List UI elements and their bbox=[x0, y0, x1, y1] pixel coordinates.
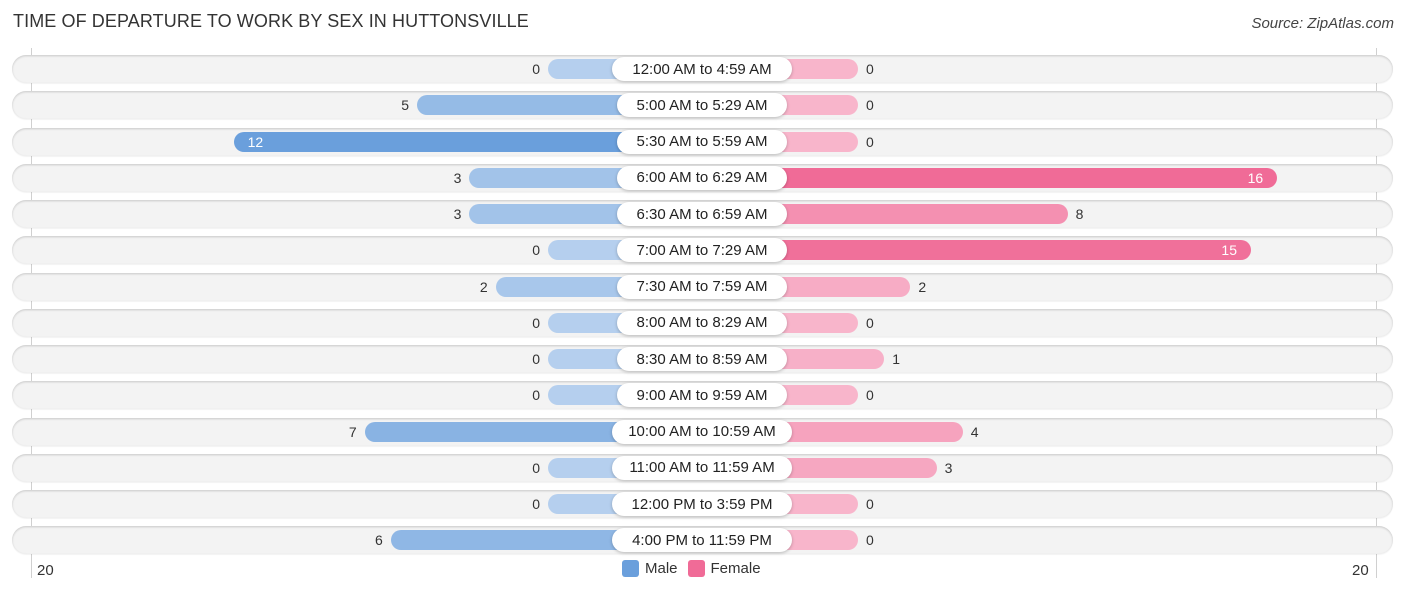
value-label-female: 0 bbox=[866, 314, 874, 331]
legend-swatch-male bbox=[622, 560, 639, 577]
value-label-female: 15 bbox=[1221, 242, 1237, 259]
legend: Male Female bbox=[622, 560, 771, 577]
value-label-female: 0 bbox=[866, 532, 874, 549]
category-label: 5:30 AM to 5:59 AM bbox=[617, 129, 787, 154]
value-label-female: 2 bbox=[918, 278, 927, 295]
value-label-male: 12 bbox=[247, 133, 264, 150]
value-label-male: 5 bbox=[401, 97, 409, 114]
value-label-female: 0 bbox=[866, 133, 874, 150]
value-label-male: 0 bbox=[532, 242, 540, 259]
chart-source: Source: ZipAtlas.com bbox=[1251, 15, 1394, 32]
left-axis-label: 20 bbox=[37, 562, 54, 579]
value-label-female: 1 bbox=[892, 351, 900, 367]
bar-female[interactable] bbox=[703, 167, 1278, 188]
category-label: 4:00 PM to 11:59 PM bbox=[612, 528, 792, 553]
value-label-female: 3 bbox=[944, 459, 953, 476]
value-label-male: 3 bbox=[453, 206, 462, 222]
category-label: 8:30 AM to 8:59 AM bbox=[617, 347, 787, 371]
category-label: 5:00 AM to 5:29 AM bbox=[617, 93, 787, 118]
legend-label-female: Female bbox=[710, 560, 761, 577]
category-label: 6:00 AM to 6:29 AM bbox=[617, 165, 787, 190]
value-label-female: 0 bbox=[866, 97, 874, 114]
legend-item-male[interactable]: Male bbox=[622, 560, 678, 577]
value-label-male: 0 bbox=[532, 496, 540, 512]
value-label-male: 6 bbox=[375, 532, 383, 549]
value-label-female: 0 bbox=[866, 496, 874, 512]
category-label: 8:00 AM to 8:29 AM bbox=[617, 310, 787, 335]
value-label-male: 0 bbox=[532, 351, 540, 367]
value-label-male: 3 bbox=[453, 169, 462, 186]
value-label-female: 8 bbox=[1075, 206, 1084, 222]
category-label: 12:00 AM to 4:59 AM bbox=[612, 57, 792, 81]
value-label-male: 0 bbox=[532, 387, 540, 404]
value-label-female: 0 bbox=[866, 387, 874, 404]
category-label: 12:00 PM to 3:59 PM bbox=[612, 492, 792, 516]
value-label-female: 4 bbox=[970, 423, 979, 440]
value-label-male: 0 bbox=[532, 61, 540, 77]
value-label-male: 0 bbox=[532, 459, 540, 476]
category-label: 7:00 AM to 7:29 AM bbox=[617, 238, 787, 263]
legend-item-female[interactable]: Female bbox=[687, 560, 761, 577]
category-label: 11:00 AM to 11:59 AM bbox=[612, 455, 792, 480]
category-label: 7:30 AM to 7:59 AM bbox=[617, 274, 787, 299]
value-label-male: 2 bbox=[479, 278, 488, 295]
value-label-male: 0 bbox=[532, 314, 540, 331]
category-label: 6:30 AM to 6:59 AM bbox=[617, 202, 787, 226]
legend-label-male: Male bbox=[645, 560, 678, 577]
chart-title: TIME OF DEPARTURE TO WORK BY SEX IN HUTT… bbox=[13, 11, 529, 31]
value-label-female: 16 bbox=[1247, 169, 1264, 186]
right-axis-label: 20 bbox=[1352, 562, 1369, 579]
category-label: 9:00 AM to 9:59 AM bbox=[617, 383, 787, 408]
value-label-female: 0 bbox=[866, 61, 874, 77]
category-label: 10:00 AM to 10:59 AM bbox=[612, 419, 792, 444]
legend-swatch-female bbox=[687, 560, 705, 577]
value-label-male: 7 bbox=[348, 423, 357, 440]
